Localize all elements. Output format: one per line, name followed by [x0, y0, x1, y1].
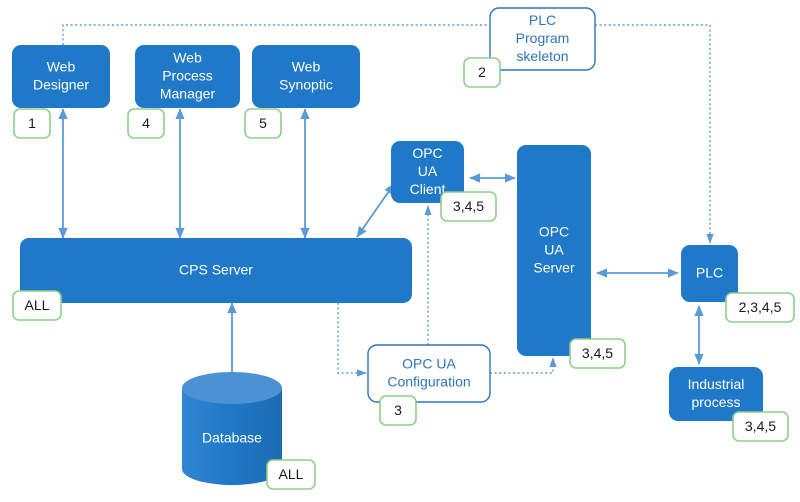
node-cps-server[interactable]: CPS Server: [20, 238, 412, 303]
badge-plc[interactable]: 2,3,4,5: [725, 292, 795, 323]
badge-industrial-process[interactable]: 3,4,5: [732, 411, 789, 442]
badge-database[interactable]: ALL: [266, 459, 316, 490]
badge-opc-ua-client[interactable]: 3,4,5: [440, 191, 497, 222]
badge-plc-program-skeleton[interactable]: 2: [463, 57, 501, 88]
link-web-designer-plc-program-skeleton: [62, 24, 490, 45]
badge-web-synoptic[interactable]: 5: [244, 108, 282, 139]
badge-label: ALL: [25, 297, 50, 313]
badge-label: 4: [142, 115, 150, 131]
node-web-designer[interactable]: Web Designer: [12, 45, 110, 108]
node-web-process-manager[interactable]: Web Process Manager: [135, 45, 240, 108]
link-cps-server-opc-ua-configuration: [337, 303, 367, 377]
node-opc-ua-server[interactable]: OPC UA Server: [517, 145, 591, 356]
badge-label: 1: [28, 115, 36, 131]
architecture-diagram: Web Designer Web Process Manager Web Synoptic P…: [0, 0, 800, 502]
link-cps-server-opc-ua-client: [356, 183, 395, 238]
node-label: PLC: [696, 264, 723, 280]
badge-cps-server[interactable]: ALL: [12, 290, 62, 321]
badge-label: 2: [478, 64, 486, 80]
link-plc-program-skeleton-plc: [595, 24, 714, 244]
badge-label: 3,4,5: [745, 418, 776, 434]
badge-opc-ua-server[interactable]: 3,4,5: [569, 338, 626, 369]
badge-label: ALL: [279, 466, 304, 482]
cylinder-top: [182, 372, 282, 404]
badge-label: 3,4,5: [453, 198, 484, 214]
node-plc-program-skeleton[interactable]: PLC Program skeleton: [489, 7, 596, 71]
diagram-canvas: Web Designer Web Process ManagerWeb Synoptic P…: [12, 7, 795, 490]
badge-label: 3,4,5: [582, 345, 613, 361]
node-label: Database: [202, 429, 262, 445]
badge-label: 2,3,4,5: [739, 299, 782, 315]
badge-label: 5: [259, 115, 267, 131]
node-label: CPS Server: [179, 261, 253, 277]
node-web-synoptic[interactable]: Web Synoptic: [252, 45, 360, 108]
link-opc-ua-configuration-opc-ua-server: [490, 357, 557, 374]
badge-web-designer[interactable]: 1: [13, 108, 51, 139]
badge-opc-ua-config[interactable]: 3: [379, 395, 417, 426]
badge-web-process-manager[interactable]: 4: [127, 108, 165, 139]
badge-label: 3: [394, 402, 402, 418]
node-opc-ua-configuration[interactable]: OPC UA Configuration: [367, 344, 491, 403]
